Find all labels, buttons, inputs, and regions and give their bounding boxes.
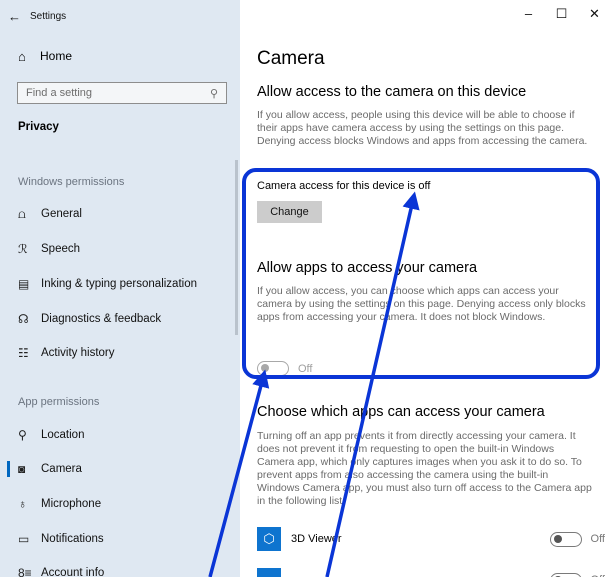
app-icon [257,568,281,577]
sidebar-item-label: Camera [41,463,82,475]
sidebar-item-home[interactable]: ⌂ Home [0,42,240,70]
account-info-icon: 8≡ [18,566,32,577]
category-title: Privacy [18,121,59,133]
minimize-button[interactable]: – [512,6,545,22]
maximize-button[interactable]: ☐ [545,6,578,22]
section-app-permissions: App permissions [18,396,100,408]
page-title: Camera [257,48,325,69]
home-icon: ⌂ [18,48,26,64]
choose-apps-description: Turning off an app prevents it from dire… [257,430,592,507]
section-windows-permissions: Windows permissions [18,176,125,188]
microphone-icon: ♁ [18,497,27,511]
feedback-icon: ☊ [18,312,29,326]
sidebar-item-speech[interactable]: ℛ Speech [18,239,238,259]
location-icon: ⚲ [18,428,27,442]
choose-apps-heading: Choose which apps can access your camera [257,404,545,420]
app-toggle-state: Off [590,533,605,545]
sidebar-item-label: Speech [41,243,81,255]
app-name: 3D Viewer [291,533,342,545]
sidebar-item-location[interactable]: ⚲ Location [18,425,238,445]
sidebar-item-account-info[interactable]: 8≡ Account info [18,563,238,577]
search-input[interactable]: Find a setting ⚲ [17,82,227,104]
annotation-highlight-box [242,168,600,379]
sidebar-item-label: Activity history [41,347,115,359]
toggle-knob [553,534,562,543]
sidebar-item-label: General [41,208,82,220]
timeline-icon: ☷ [18,346,29,360]
window-title: Settings [30,10,67,22]
sidebar-item-diagnostics[interactable]: ☊ Diagnostics & feedback [18,309,238,329]
sidebar-item-camera[interactable]: ◙ Camera [7,459,238,479]
sidebar-item-label: Inking & typing personalization [41,278,197,290]
clipboard-icon: ▤ [18,277,30,291]
app-toggle-switch[interactable] [549,531,582,547]
sidebar-item-label: Location [41,429,85,441]
camera-icon: ◙ [18,462,26,476]
sidebar-item-general[interactable]: ⩍ General [18,204,238,224]
sidebar-item-label: Account info [41,567,105,577]
close-button[interactable]: ✕ [578,6,611,22]
sidebar-item-label: Microphone [41,498,102,510]
sidebar-scrollbar[interactable] [235,160,238,335]
sidebar-item-inking[interactable]: ▤ Inking & typing personalization [18,274,238,294]
sidebar-item-activity-history[interactable]: ☷ Activity history [18,343,238,363]
window-controls: – ☐ ✕ [512,6,611,22]
device-access-description: If you allow access, people using this d… [257,109,588,147]
notifications-icon: ▭ [18,532,30,546]
search-icon: ⚲ [209,87,218,100]
back-arrow-icon[interactable]: ← [8,9,30,24]
title-bar: ← Settings [0,0,240,32]
sidebar-item-notifications[interactable]: ▭ Notifications [18,529,238,549]
sidebar-item-label: Diagnostics & feedback [41,313,162,325]
search-placeholder: Find a setting [26,87,93,99]
app-row-second: Off [257,568,605,577]
app-toggle-switch[interactable] [549,572,582,577]
sidebar-item-label: Notifications [41,533,104,545]
speech-icon: ℛ [18,242,28,256]
device-access-heading: Allow access to the camera on this devic… [257,84,527,100]
sidebar-item-microphone[interactable]: ♁ Microphone [18,494,238,514]
cube-icon: ⬡ [257,527,281,551]
lock-icon: ⩍ [18,206,26,221]
sidebar: ← Settings ⌂ Home Find a setting ⚲ Priva… [0,0,240,577]
home-label: Home [40,49,73,63]
app-row-3d-viewer: ⬡ 3D Viewer Off [257,527,605,551]
